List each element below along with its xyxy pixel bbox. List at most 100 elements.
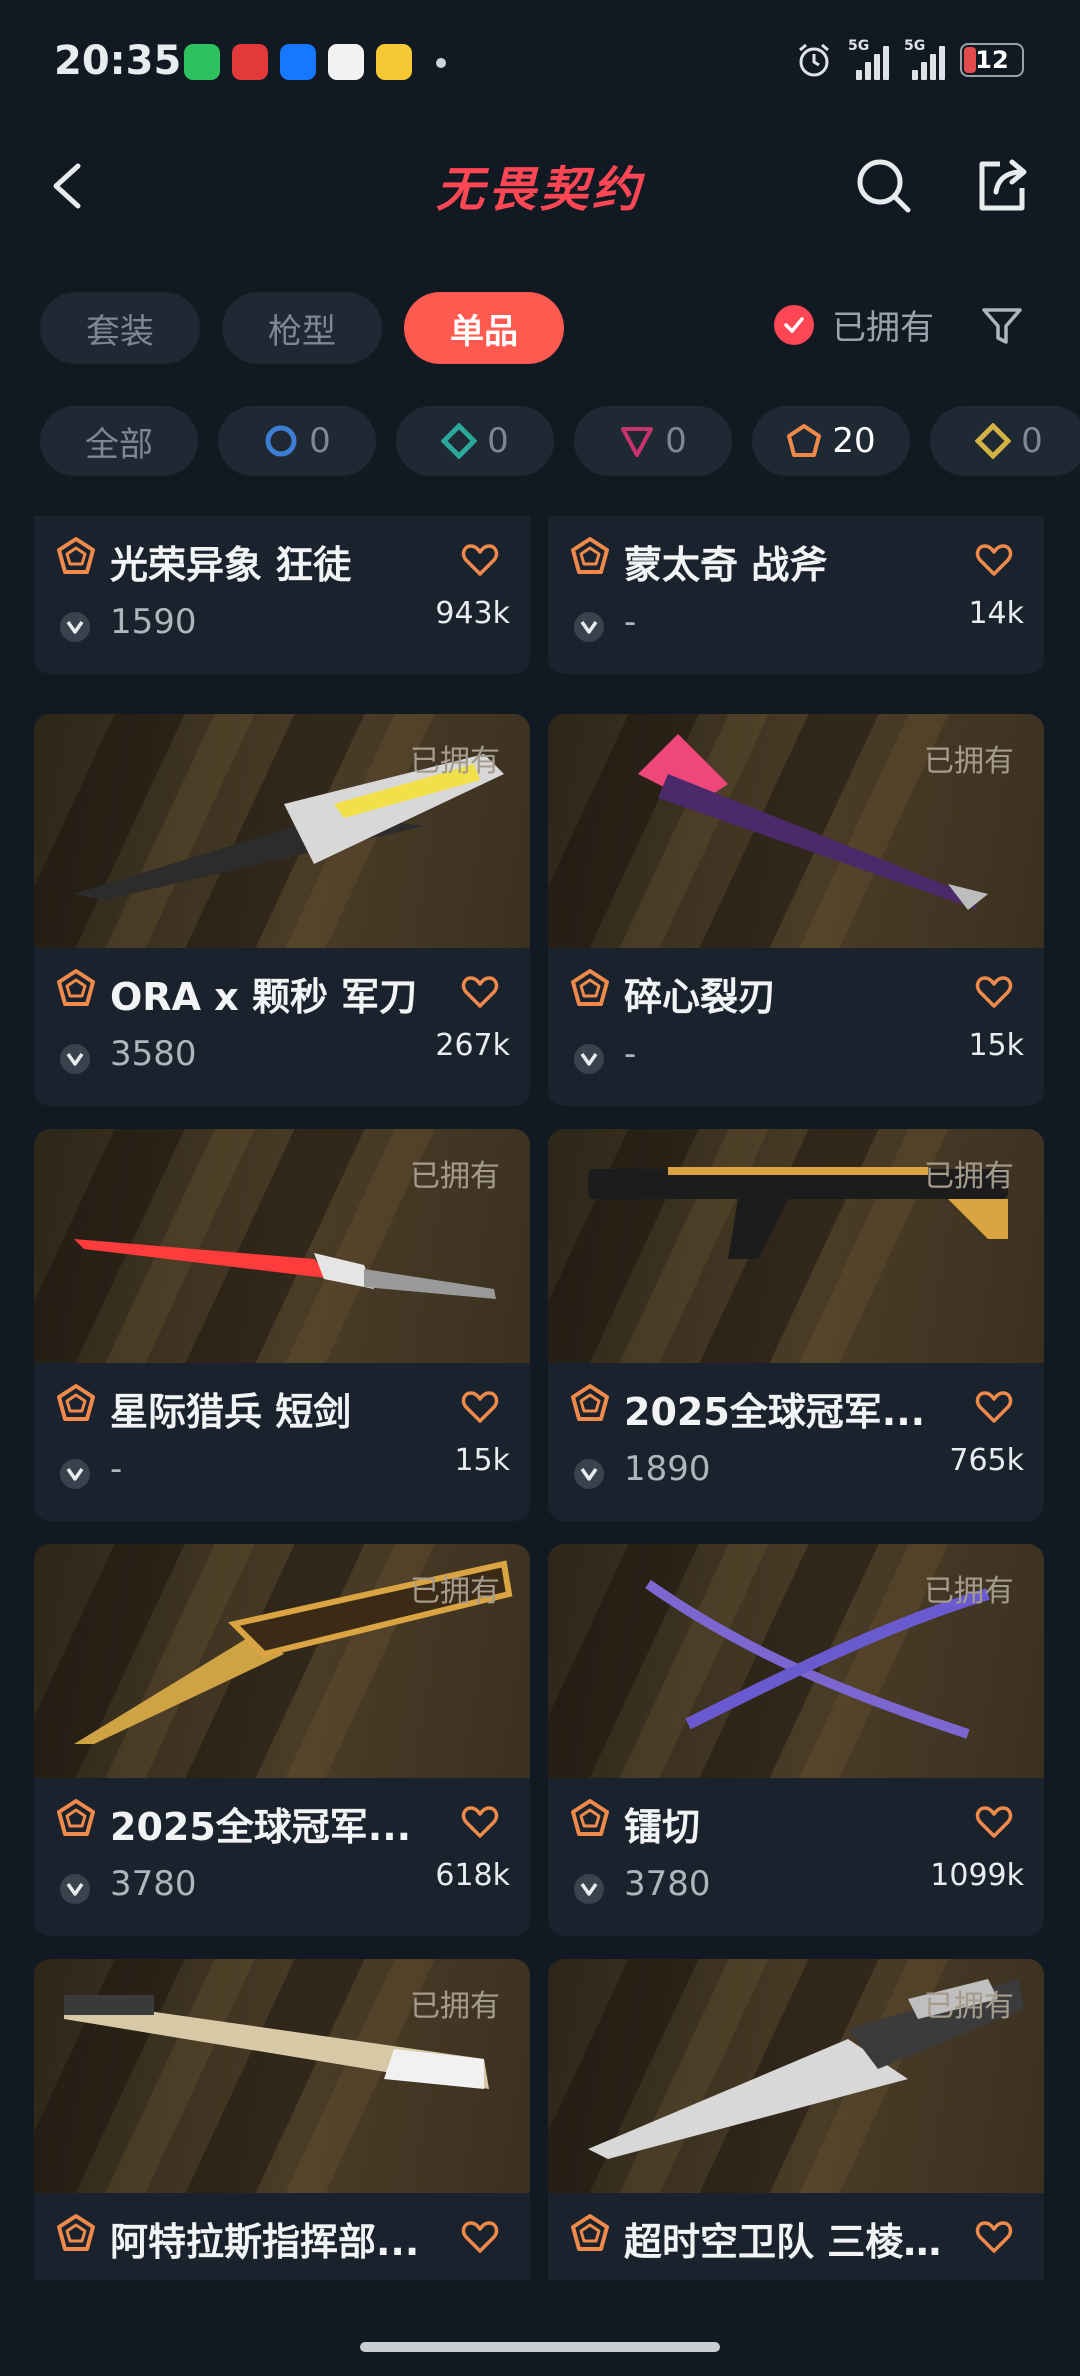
owned-tag: 已拥有	[410, 744, 500, 779]
tier-deluxe-count: 0	[487, 421, 509, 461]
item-image: 已拥有	[548, 714, 1044, 948]
favorite-heart-icon[interactable]	[460, 2217, 500, 2257]
tier-filter-bar: 全部 0 0 0 20 0	[0, 406, 1080, 482]
favorite-heart-icon[interactable]	[460, 972, 500, 1012]
wechat-icon	[184, 44, 220, 80]
item-price: 3580	[110, 1034, 197, 1074]
tier-exclusive-icon	[571, 2214, 609, 2251]
tier-exclusive-icon	[57, 537, 95, 574]
owned-checkbox[interactable]	[774, 304, 814, 345]
owned-tag: 已拥有	[924, 744, 1014, 779]
owned-tag: 已拥有	[924, 1159, 1014, 1194]
item-name: 2025全球冠军...	[624, 1390, 926, 1434]
item-card[interactable]: 光荣异象 狂徒 1590 943k	[34, 516, 530, 674]
tier-select-count: 0	[309, 421, 331, 461]
signal-icon-1: 5G	[848, 38, 890, 80]
item-info: 蒙太奇 战斧 - 14k	[548, 516, 1044, 674]
valorant-points-icon	[574, 1459, 604, 1489]
tier-exclusive[interactable]: 20	[752, 406, 910, 476]
item-name: 2025全球冠军...	[110, 1805, 412, 1849]
notification-dot	[436, 58, 446, 68]
tab-single-items[interactable]: 单品	[404, 292, 564, 364]
valorant-points-icon	[574, 1874, 604, 1904]
owned-tag: 已拥有	[410, 1989, 500, 2024]
item-name: 镭切	[624, 1805, 701, 1849]
item-name: 星际猎兵 短剑	[110, 1390, 352, 1434]
item-info: 星际猎兵 短剑 - 15k	[34, 1363, 530, 1521]
owned-filter[interactable]: 已拥有	[774, 300, 934, 349]
item-card[interactable]: 已拥有 阿特拉斯指挥部...	[34, 1959, 530, 2280]
item-likes: 15k	[968, 1028, 1024, 1063]
item-name: ORA x 颗秒 军刀	[110, 975, 418, 1019]
item-name: 碎心裂刃	[624, 975, 777, 1019]
item-name: 阿特拉斯指挥部...	[110, 2220, 420, 2264]
tier-select-icon	[265, 425, 297, 457]
signal-icon-2: 5G	[904, 38, 946, 80]
tier-exclusive-icon	[571, 1384, 609, 1421]
app-avatar-icon	[328, 44, 364, 80]
owned-tag: 已拥有	[410, 1159, 500, 1194]
item-image: 已拥有	[34, 1544, 530, 1778]
item-likes: 943k	[435, 596, 510, 631]
tier-exclusive-icon	[57, 1384, 95, 1421]
app-logo: 无畏契约	[435, 162, 644, 218]
tier-exclusive-count: 20	[832, 421, 876, 461]
favorite-heart-icon[interactable]	[460, 540, 500, 580]
favorite-heart-icon[interactable]	[974, 972, 1014, 1012]
item-card[interactable]: 已拥有 2025全球冠军... 3780 618k	[34, 1544, 530, 1936]
tier-ultra-icon	[975, 423, 1012, 459]
item-price: 3780	[110, 1864, 197, 1904]
item-card[interactable]: 已拥有 星际猎兵 短剑 - 15k	[34, 1129, 530, 1521]
item-image: 已拥有	[548, 1544, 1044, 1778]
tab-bundles[interactable]: 套装	[40, 292, 200, 364]
item-card[interactable]: 已拥有 超时空卫队 三棱...	[548, 1959, 1044, 2280]
favorite-heart-icon[interactable]	[974, 1387, 1014, 1427]
item-info: 2025全球冠军... 3780 618k	[34, 1778, 530, 1936]
top-bar: 无畏契约	[0, 130, 1080, 240]
item-card[interactable]: 已拥有 镭切 3780 1099k	[548, 1544, 1044, 1936]
tier-exclusive-icon	[57, 969, 95, 1006]
valorant-points-icon	[60, 1459, 90, 1489]
item-info: 超时空卫队 三棱...	[548, 2193, 1044, 2280]
item-image: 已拥有	[548, 1129, 1044, 1363]
home-indicator[interactable]	[360, 2342, 720, 2352]
tab-weapon-types[interactable]: 枪型	[222, 292, 382, 364]
item-card[interactable]: 已拥有 2025全球冠军... 1890 765k	[548, 1129, 1044, 1521]
item-card[interactable]: 蒙太奇 战斧 - 14k	[548, 516, 1044, 674]
tier-deluxe-icon	[441, 423, 478, 459]
owned-tag: 已拥有	[924, 1989, 1014, 2024]
item-card[interactable]: 已拥有 ORA x 颗秒 军刀 3580 267k	[34, 714, 530, 1106]
owned-tag: 已拥有	[410, 1574, 500, 1609]
status-bar: 20:35 5G 5G 12	[0, 0, 1080, 130]
favorite-heart-icon[interactable]	[460, 1387, 500, 1427]
tier-exclusive-icon	[571, 537, 609, 574]
item-likes: 765k	[949, 1443, 1024, 1478]
item-likes: 267k	[435, 1028, 510, 1063]
tier-ultra[interactable]: 0	[930, 406, 1080, 476]
favorite-heart-icon[interactable]	[460, 1802, 500, 1842]
valorant-points-icon	[60, 1874, 90, 1904]
favorite-heart-icon[interactable]	[974, 540, 1014, 580]
share-icon[interactable]	[970, 154, 1034, 218]
favorite-heart-icon[interactable]	[974, 1802, 1014, 1842]
battery-level: 12	[975, 46, 1009, 74]
item-image: 已拥有	[34, 1129, 530, 1363]
status-time: 20:35	[54, 38, 182, 84]
filter-icon[interactable]	[980, 304, 1024, 348]
valorant-points-icon	[60, 612, 90, 642]
item-image: 已拥有	[548, 1959, 1044, 2193]
tier-exclusive-icon	[571, 1799, 609, 1836]
item-likes: 618k	[435, 1858, 510, 1893]
tier-exclusive-icon	[57, 2214, 95, 2251]
tier-all[interactable]: 全部	[40, 406, 198, 476]
item-likes: 14k	[968, 596, 1024, 631]
favorite-heart-icon[interactable]	[974, 2217, 1014, 2257]
tier-premium[interactable]: 0	[574, 406, 732, 476]
tier-deluxe[interactable]: 0	[396, 406, 554, 476]
item-info: 光荣异象 狂徒 1590 943k	[34, 516, 530, 674]
tier-select[interactable]: 0	[218, 406, 376, 476]
search-icon[interactable]	[852, 154, 916, 218]
item-card[interactable]: 已拥有 碎心裂刃 - 15k	[548, 714, 1044, 1106]
tier-premium-icon	[621, 427, 654, 457]
item-name: 光荣异象 狂徒	[110, 543, 352, 587]
